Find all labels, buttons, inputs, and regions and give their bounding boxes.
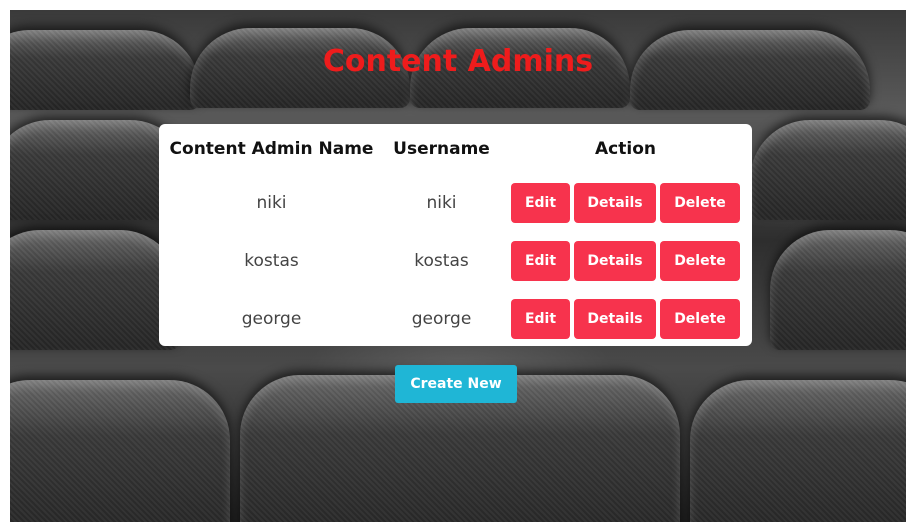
username-cell: george: [411, 309, 472, 329]
page-title: Content Admins: [322, 44, 594, 79]
admin-name-cell: niki: [256, 193, 287, 213]
details-button[interactable]: Details: [574, 241, 656, 281]
background-seat: [10, 230, 180, 350]
column-header-action: Action: [595, 139, 656, 159]
details-button[interactable]: Details: [574, 183, 656, 223]
edit-button[interactable]: Edit: [511, 183, 570, 223]
column-header-username: Username: [393, 139, 490, 159]
background-frame: Content Admins Content Admin Name Userna…: [10, 10, 906, 522]
background-seat: [690, 380, 906, 522]
username-cell: kostas: [414, 251, 469, 271]
background-seat: [770, 230, 906, 350]
username-cell: niki: [426, 193, 457, 213]
admin-name-cell: kostas: [244, 251, 299, 271]
table-row: george george Edit Details Delete: [159, 290, 752, 348]
edit-button[interactable]: Edit: [511, 299, 570, 339]
table-row: kostas kostas Edit Details Delete: [159, 232, 752, 290]
admins-table-card: Content Admin Name Username Action niki …: [159, 124, 752, 346]
action-cell: Edit Details Delete: [499, 232, 752, 290]
admin-name-cell: george: [241, 309, 302, 329]
delete-button[interactable]: Delete: [660, 299, 740, 339]
table-row: niki niki Edit Details Delete: [159, 174, 752, 232]
background-seat: [750, 120, 906, 220]
action-cell: Edit Details Delete: [499, 290, 752, 348]
edit-button[interactable]: Edit: [511, 241, 570, 281]
admins-table: Content Admin Name Username Action niki …: [159, 124, 752, 348]
delete-button[interactable]: Delete: [660, 183, 740, 223]
table-header-row: Content Admin Name Username Action: [159, 124, 752, 174]
delete-button[interactable]: Delete: [660, 241, 740, 281]
details-button[interactable]: Details: [574, 299, 656, 339]
background-seat: [10, 380, 230, 522]
create-new-button[interactable]: Create New: [395, 365, 517, 403]
action-cell: Edit Details Delete: [499, 174, 752, 232]
column-header-name: Content Admin Name: [169, 139, 374, 159]
